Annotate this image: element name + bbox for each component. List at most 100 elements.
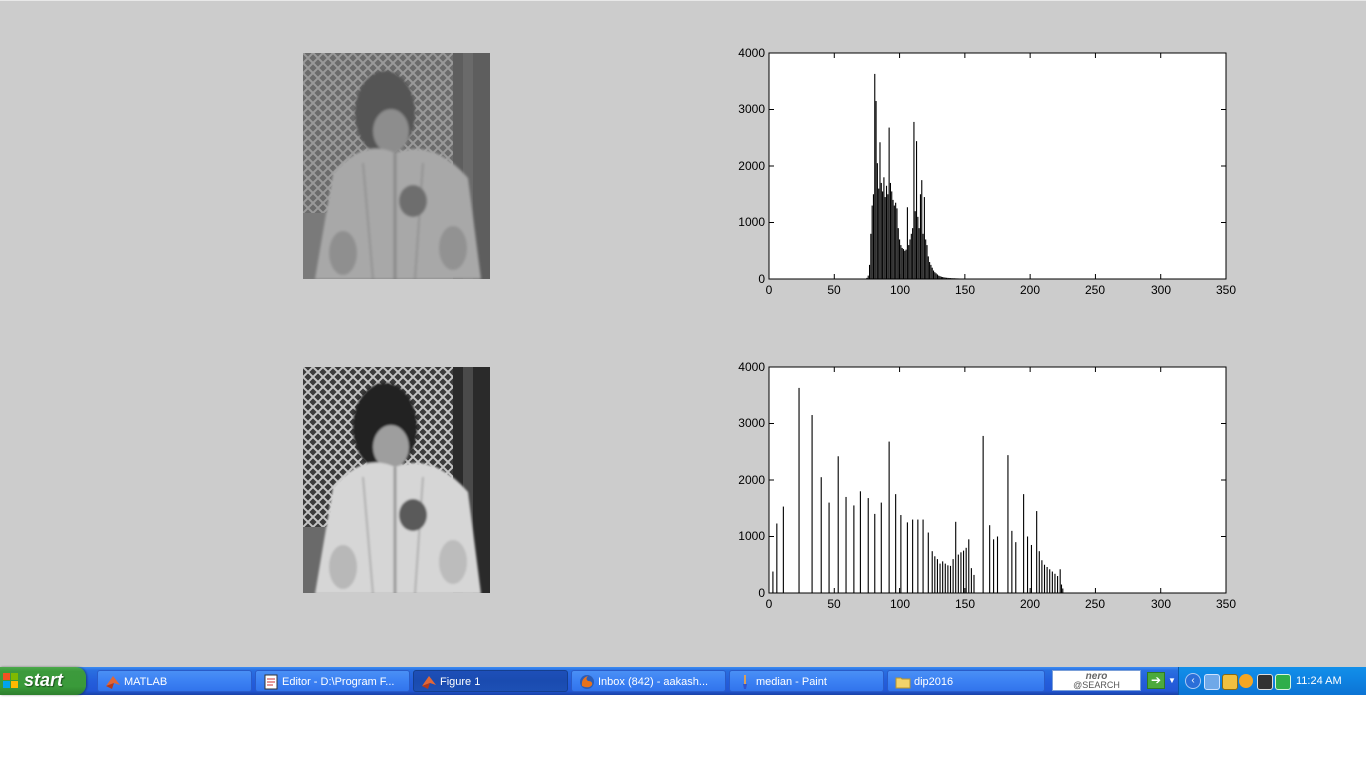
histogram-bar [880, 502, 882, 593]
histogram-bar [1030, 544, 1032, 593]
histogram-bar [934, 272, 936, 279]
histogram-bar [932, 270, 935, 279]
histogram-bar [868, 264, 871, 280]
task-figure-1[interactable]: Figure 1 [413, 670, 568, 692]
histogram-bar [828, 502, 830, 593]
histogram-bar [936, 559, 938, 593]
x-tick-label: 200 [1020, 597, 1040, 611]
histogram-bar [1043, 564, 1046, 593]
x-tick-label: 250 [1085, 283, 1105, 297]
figure-window: 4000 3000 2000 1000 0 0 50 100 150 200 2… [0, 0, 1366, 667]
task-dip2016[interactable]: dip2016 [887, 670, 1045, 692]
histogram-bar [914, 211, 916, 279]
histogram-bar [915, 141, 918, 279]
histogram-bar [917, 519, 919, 593]
histogram-bar [904, 250, 906, 279]
task-label: median - Paint [756, 676, 827, 688]
histogram-bar [942, 277, 944, 279]
histogram-bar [925, 239, 927, 279]
task-inbox[interactable]: Inbox (842) - aakash... [571, 670, 726, 692]
histogram-bar [947, 565, 949, 593]
histogram-bar [872, 194, 875, 279]
histogram-bar [951, 278, 953, 279]
window-icon[interactable] [1222, 674, 1238, 690]
histogram-bar [982, 435, 984, 593]
y-axis: 4000 3000 2000 1000 0 [738, 46, 765, 286]
histogram-bar [853, 505, 855, 593]
histogram-bar [1057, 576, 1059, 593]
x-tick-label: 350 [1216, 597, 1236, 611]
y-tick-label: 4000 [738, 360, 765, 374]
histogram-bar [876, 163, 878, 279]
chevron-down-icon: ▼ [1168, 676, 1176, 685]
histogram-bar [1015, 542, 1017, 593]
histogram-bar [955, 521, 957, 593]
histogram-bar [930, 264, 932, 280]
task-paint[interactable]: median - Paint [729, 670, 884, 692]
histogram-bar [1011, 530, 1013, 593]
histogram-bar [883, 177, 885, 279]
histogram-bar [918, 228, 920, 279]
histogram-bar [913, 121, 915, 280]
y-tick-label: 3000 [738, 102, 765, 116]
histogram-bar [910, 233, 912, 279]
histogram-bar [900, 515, 902, 593]
histogram-bar [935, 273, 937, 279]
histogram-bar [798, 387, 800, 593]
histogram-bar [893, 205, 895, 279]
histogram-bar [993, 539, 995, 593]
x-tick-label: 150 [955, 597, 975, 611]
histogram-bar [1036, 511, 1038, 593]
nero-go-button[interactable]: ➔ [1147, 672, 1165, 689]
folder-icon [895, 677, 911, 689]
histogram-bar [927, 256, 929, 279]
histogram-bar [965, 547, 967, 593]
equalized-image [303, 367, 490, 593]
histogram-bar [931, 551, 933, 593]
x-tick-label: 200 [1020, 283, 1040, 297]
editor-icon [264, 674, 278, 690]
histogram-bar [959, 278, 961, 279]
nero-search-box[interactable]: nero @SEARCH [1052, 670, 1141, 691]
device-icon[interactable] [1275, 674, 1291, 690]
y-tick-label: 2000 [738, 159, 765, 173]
histogram-top-svg: 4000 3000 2000 1000 0 0 50 100 150 200 2… [738, 46, 1236, 297]
start-button[interactable]: start [0, 667, 86, 695]
show-hidden-icons-button[interactable]: ‹ [1185, 673, 1201, 689]
x-tick-label: 250 [1085, 597, 1105, 611]
histogram-bar [888, 441, 890, 593]
monitor-icon[interactable] [1257, 674, 1273, 690]
histogram-bar [949, 278, 952, 279]
start-label: start [24, 670, 64, 690]
histogram-bottom: 4000 3000 2000 1000 0 0 50 100 150 200 2… [738, 355, 1260, 615]
histogram-bar [1038, 551, 1040, 593]
task-matlab[interactable]: MATLAB [97, 670, 252, 692]
histogram-bar [929, 262, 931, 279]
histogram-bar [957, 554, 959, 593]
x-tick-label: 300 [1151, 283, 1171, 297]
matlab-icon [422, 676, 436, 689]
x-tick-label: 50 [827, 597, 841, 611]
x-tick-label: 0 [766, 283, 773, 297]
y-tick-label: 0 [758, 586, 765, 600]
histogram-bar [896, 208, 898, 280]
y-tick-label: 1000 [738, 529, 765, 543]
histogram-bar [906, 522, 908, 594]
histogram-bar [952, 278, 954, 279]
alert-icon[interactable] [1239, 674, 1253, 688]
x-axis: 0 50 100 150 200 250 300 350 [766, 597, 1237, 611]
histogram-bar [888, 127, 890, 279]
histogram-bar [1054, 573, 1056, 593]
chevron-left-icon: ‹ [1191, 675, 1195, 686]
histogram-bar [943, 277, 945, 279]
histogram-bar [1059, 569, 1061, 593]
histogram-bar [895, 202, 897, 279]
histogram-bar [921, 180, 923, 280]
task-editor[interactable]: Editor - D:\Program F... [255, 670, 410, 692]
nero-dropdown-button[interactable]: ▼ [1168, 672, 1178, 689]
histogram-bar [1062, 588, 1064, 593]
histogram-bar [899, 239, 901, 279]
task-label: dip2016 [914, 676, 954, 688]
network-icon[interactable] [1204, 674, 1220, 690]
histogram-bar [912, 519, 914, 593]
